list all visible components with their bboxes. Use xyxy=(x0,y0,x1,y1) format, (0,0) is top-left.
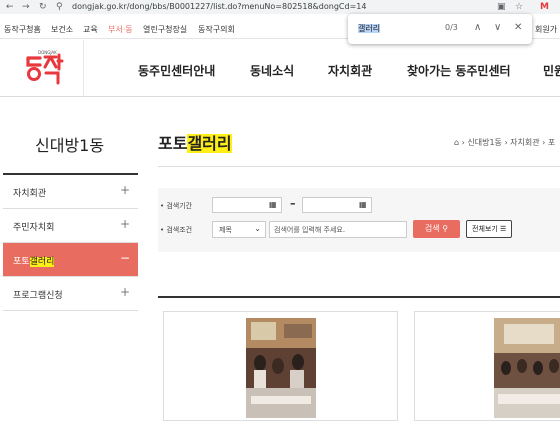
gallery-photo[interactable] xyxy=(246,318,316,418)
find-query-text: 갤러리 xyxy=(358,24,381,33)
address-bar[interactable]: dongjak.go.kr/dong/bbs/B0001227/list.do?… xyxy=(72,2,366,11)
site-link-home[interactable]: 동작구청홈 xyxy=(4,24,41,35)
gallery-card[interactable] xyxy=(163,311,398,421)
select-value: 제목 xyxy=(219,226,232,234)
header-divider xyxy=(0,96,560,97)
reload-icon[interactable]: ↻ xyxy=(39,1,47,13)
site-link-education[interactable]: 교육 xyxy=(83,24,98,35)
label-prefix: 포토 xyxy=(13,257,30,267)
sidebar-item-resident-council[interactable]: 주민자치회 + xyxy=(3,209,138,243)
search-button-label: 검색 xyxy=(424,224,440,233)
site-link-health[interactable]: 보건소 xyxy=(51,24,73,35)
site-link-member[interactable]: 회원가 xyxy=(535,24,557,35)
forward-icon[interactable]: → xyxy=(22,1,30,13)
gallery-photo[interactable] xyxy=(494,318,560,418)
keyword-placeholder: 검색어를 입력해 주세요. xyxy=(274,226,346,234)
search-button[interactable]: 검색 ⚲ xyxy=(413,220,460,238)
gnb-center-info[interactable]: 동주민센터안내 xyxy=(138,62,215,79)
sidebar-item-label: 포토갤러리 xyxy=(13,254,55,267)
sidebar-item-label: 자치회관 xyxy=(13,189,47,199)
site-link-dept[interactable]: 부서·동 xyxy=(108,24,133,35)
condition-label: • 검색조건 xyxy=(160,226,193,234)
view-all-label: 전체보기 xyxy=(472,225,498,233)
expand-plus-icon: + xyxy=(119,183,130,197)
sidebar-item-photo-gallery[interactable]: 포토갤러리 − xyxy=(3,243,138,277)
search-condition-select[interactable]: 제목 ⌄ xyxy=(212,221,266,238)
list-top-border xyxy=(158,296,560,298)
browser-toolbar: ← → ↻ ⚲ dongjak.go.kr/dong/bbs/B0001227/… xyxy=(0,0,560,14)
find-input[interactable]: 갤러리 xyxy=(358,23,381,34)
view-all-button[interactable]: 전체보기 ☰ xyxy=(466,220,512,238)
site-info-icon[interactable]: ⚲ xyxy=(56,1,63,13)
expand-plus-icon: + xyxy=(119,217,130,231)
svg-text:DONGJAK: DONGJAK xyxy=(38,50,57,55)
gallery-card[interactable] xyxy=(414,311,560,421)
gallery-photo-image xyxy=(494,318,560,418)
find-match-count: 0/3 xyxy=(445,23,458,32)
find-prev-button[interactable]: ∧ xyxy=(474,21,481,35)
gnb-autonomy-hall[interactable]: 자치회관 xyxy=(328,62,372,79)
calendar-icon[interactable]: ▦ xyxy=(359,200,367,209)
profile-avatar[interactable]: M xyxy=(540,1,549,13)
search-highlight: 갤러리 xyxy=(29,257,55,267)
find-in-page-bar: 갤러리 0/3 ∧ ∨ ✕ xyxy=(348,14,532,44)
period-label: • 검색기간 xyxy=(160,202,193,210)
keyword-input[interactable]: 검색어를 입력해 주세요. xyxy=(269,221,407,238)
gnb-visiting-center[interactable]: 찾아가는 동주민센터 xyxy=(407,62,511,79)
sidebar-item-program-apply[interactable]: 프로그램신청 + xyxy=(3,277,138,311)
page-action-icon[interactable]: ▣ xyxy=(497,1,506,13)
date-range-dash: – xyxy=(290,197,296,210)
expand-plus-icon: + xyxy=(119,285,130,299)
chevron-down-icon: ⌄ xyxy=(254,224,261,233)
collapse-minus-icon: − xyxy=(119,251,130,265)
find-close-button[interactable]: ✕ xyxy=(514,21,522,35)
sidebar-item-label: 주민자치회 xyxy=(13,223,55,233)
sidebar-menu: 자치회관 + 주민자치회 + 포토갤러리 − 프로그램신청 + xyxy=(3,173,138,311)
search-highlight: 갤러리 xyxy=(187,134,232,153)
find-next-button[interactable]: ∨ xyxy=(494,21,501,35)
home-icon[interactable]: ⌂ xyxy=(454,138,459,147)
page-title: 포토갤러리 xyxy=(158,130,232,154)
dongjak-logo[interactable]: DONGJAK xyxy=(24,48,64,90)
search-icon: ⚲ xyxy=(442,224,449,233)
gallery-photo-image xyxy=(246,318,316,418)
sidebar-item-label: 프로그램신청 xyxy=(13,291,63,301)
title-divider xyxy=(158,166,560,167)
sidebar-title: 신대방1동 xyxy=(35,136,105,155)
page-title-prefix: 포토 xyxy=(158,134,188,153)
breadcrumb-path[interactable]: › 신대방1동 › 자치회관 › 포 xyxy=(462,138,556,147)
sidebar-item-autonomy-hall[interactable]: 자치회관 + xyxy=(3,175,138,209)
site-link-council[interactable]: 동작구의회 xyxy=(198,24,235,35)
gnb-local-news[interactable]: 동네소식 xyxy=(250,62,294,79)
list-icon: ☰ xyxy=(500,225,507,233)
dongjak-logo-mark: DONGJAK xyxy=(26,50,64,85)
site-link-mayor[interactable]: 열린구청장실 xyxy=(143,24,187,35)
back-icon[interactable]: ← xyxy=(6,1,14,13)
logo-divider xyxy=(83,40,84,96)
calendar-icon[interactable]: ▦ xyxy=(269,200,277,209)
gnb-civil-service[interactable]: 민원 xyxy=(543,62,560,79)
breadcrumb: ⌂ › 신대방1동 › 자치회관 › 포 xyxy=(454,137,555,148)
bookmark-star-icon[interactable]: ☆ xyxy=(515,1,523,13)
